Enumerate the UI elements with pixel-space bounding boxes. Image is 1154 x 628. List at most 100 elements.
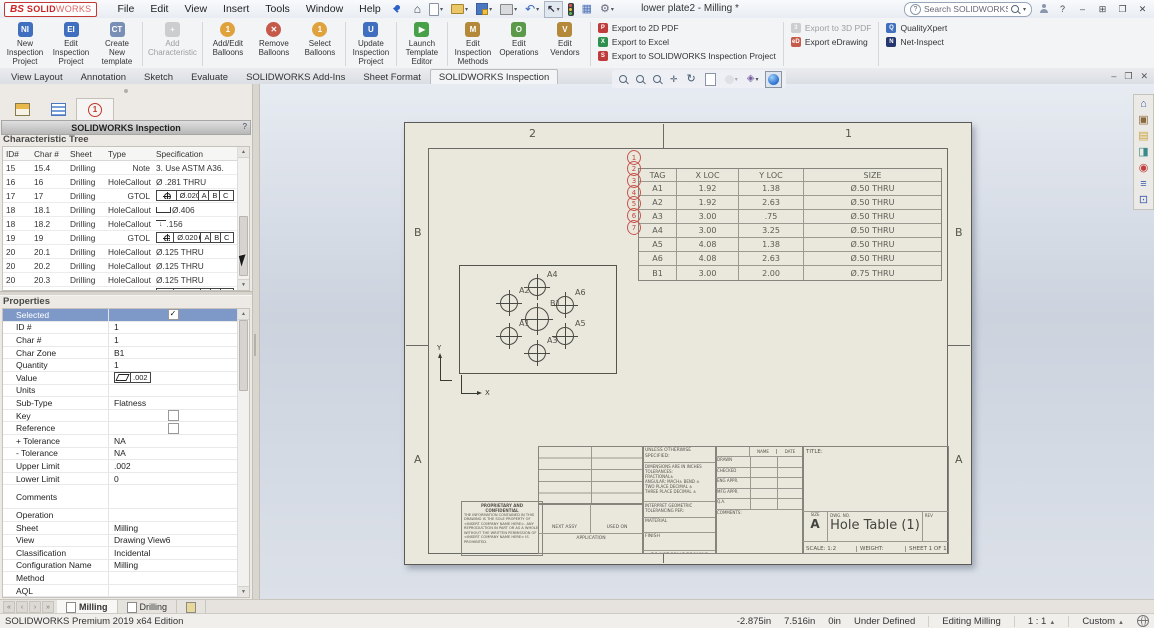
forum-icon[interactable]: ⊡ — [1139, 194, 1148, 206]
checkbox[interactable] — [168, 423, 179, 434]
sheet-nav-3[interactable]: » — [42, 601, 54, 613]
property-row[interactable]: Lower Limit0 — [3, 473, 237, 486]
property-value[interactable]: 1 — [109, 335, 237, 345]
new-file-button[interactable]: ▾ — [426, 1, 446, 18]
property-value[interactable]: ✓ — [109, 309, 237, 320]
tab-feature-manager[interactable] — [4, 98, 40, 120]
dropdown-caret-icon[interactable]: ▾ — [440, 6, 443, 13]
property-value[interactable]: Milling — [109, 560, 237, 570]
characteristic-row[interactable]: 2020.2DrillingHoleCalloutØ.125 THRU — [3, 259, 237, 273]
menu-edit[interactable]: Edit — [142, 3, 176, 15]
property-value[interactable] — [109, 410, 237, 421]
property-row[interactable]: Selected✓ — [3, 309, 237, 322]
property-value[interactable]: 1 — [109, 322, 237, 332]
open-file-button[interactable]: ▾ — [448, 1, 471, 18]
property-value[interactable]: .002 — [109, 461, 237, 471]
characteristic-row[interactable]: 1515.4DrillingNote3. Use ASTM A36. — [3, 161, 237, 175]
tab-annotation[interactable]: Annotation — [72, 69, 135, 84]
property-row[interactable]: ID #1 — [3, 322, 237, 335]
property-row[interactable]: Operation — [3, 509, 237, 522]
tab-sheet-format[interactable]: Sheet Format — [354, 69, 430, 84]
print-button[interactable]: ▾ — [497, 1, 520, 18]
pan-button[interactable]: ✛ — [667, 71, 681, 88]
property-row[interactable]: Quantity1 — [3, 359, 237, 372]
menu-tools[interactable]: Tools — [257, 3, 298, 15]
hole-a2[interactable] — [500, 294, 518, 312]
tab-solidworks-inspection[interactable]: SOLIDWORKS Inspection — [430, 69, 558, 84]
design-library-icon[interactable]: ▣ — [1138, 114, 1148, 126]
panel-resize-splitter[interactable] — [252, 84, 260, 600]
tags-icon[interactable] — [1137, 615, 1149, 627]
sheet-tab-milling[interactable]: Milling — [57, 600, 118, 614]
menu-window[interactable]: Window — [298, 3, 351, 15]
property-value[interactable]: Drawing View6 — [109, 535, 237, 545]
inspection-balloon[interactable]: 7 — [627, 220, 641, 235]
graphics-area[interactable]: 2 1 B A B A TAGX LOCY LOCSIZEA11.921.38Ø… — [260, 84, 1154, 600]
select-balloons-button[interactable]: 1Select Balloons — [297, 19, 343, 69]
save-button[interactable]: ▾ — [473, 1, 495, 18]
property-row[interactable]: + ToleranceNA — [3, 435, 237, 448]
property-value[interactable] — [109, 423, 237, 434]
sheet-nav-1[interactable]: ‹ — [16, 601, 28, 613]
property-row[interactable]: ViewDrawing View6 — [3, 535, 237, 548]
property-value[interactable]: .002 — [109, 372, 237, 383]
property-value[interactable]: Milling — [109, 523, 237, 533]
scroll-up-icon[interactable]: ▲ — [238, 147, 249, 158]
sheet-tab-drilling[interactable]: Drilling — [118, 600, 178, 614]
net-inspect-button[interactable]: NNet-Inspect — [886, 37, 947, 47]
help-button[interactable]: ? — [1056, 4, 1069, 14]
dropdown-caret-icon[interactable]: ▾ — [514, 6, 517, 13]
panel-collapse-handle[interactable] — [124, 89, 128, 93]
characteristic-row[interactable]: 1616DrillingHoleCalloutØ .281 THRU — [3, 175, 237, 189]
edit-vendors-button[interactable]: VEdit Vendors — [542, 19, 588, 69]
tab-evaluate[interactable]: Evaluate — [182, 69, 237, 84]
property-row[interactable]: Method — [3, 572, 237, 585]
characteristic-row[interactable]: 1818.1DrillingHoleCalloutØ.406 — [3, 203, 237, 217]
export-excel-button[interactable]: XExport to Excel — [598, 37, 776, 47]
properties-scrollbar[interactable]: ▲ ▼ — [237, 309, 249, 597]
tab-inspection[interactable]: 1 — [76, 98, 114, 121]
minimize-button[interactable]: – — [1076, 4, 1089, 14]
property-row[interactable]: Char ZoneB1 — [3, 347, 237, 360]
property-row[interactable]: Value.002 — [3, 372, 237, 385]
props-scroll-thumb[interactable] — [239, 320, 248, 391]
characteristic-row[interactable]: 2020.1DrillingHoleCalloutØ.125 THRU — [3, 245, 237, 259]
zoom-in-out-button[interactable] — [650, 71, 664, 88]
property-value[interactable]: NA — [109, 436, 237, 446]
characteristic-row[interactable]: 1717DrillingGTOLØ.020ABC — [3, 189, 237, 203]
property-row[interactable]: Configuration NameMilling — [3, 560, 237, 573]
tab-property-manager[interactable] — [40, 98, 76, 120]
add-edit-balloons-button[interactable]: 1Add/Edit Balloons — [205, 19, 251, 69]
pin-menu-icon[interactable] — [391, 4, 401, 14]
zoom-to-fit-button[interactable] — [616, 71, 630, 88]
doc-minimize-button[interactable]: – — [1111, 71, 1116, 82]
menu-file[interactable]: File — [109, 3, 142, 15]
hole-table-row[interactable]: A21.922.63Ø.50 THRU — [639, 196, 941, 210]
menu-help[interactable]: Help — [351, 3, 389, 15]
close-button[interactable]: ✕ — [1136, 4, 1149, 15]
dropdown-caret-icon[interactable]: ▾ — [536, 6, 539, 13]
tab-solidworks-add-ins[interactable]: SOLIDWORKS Add-Ins — [237, 69, 354, 84]
sheet-nav-0[interactable]: « — [3, 601, 15, 613]
scroll-down-icon[interactable]: ▼ — [238, 586, 249, 597]
property-row[interactable]: AQL — [3, 585, 237, 597]
menu-insert[interactable]: Insert — [215, 3, 257, 15]
remove-balloons-button[interactable]: ✕Remove Balloons — [251, 19, 297, 69]
property-row[interactable]: - ToleranceNA — [3, 448, 237, 461]
panel-help-button[interactable]: ? — [243, 122, 247, 131]
sheet-scale-dropdown[interactable]: 1 : 1▲ — [1014, 616, 1055, 627]
property-row[interactable]: Comments — [3, 485, 237, 509]
hide-show-items-button[interactable]: ◈▾ — [744, 71, 762, 88]
property-value[interactable]: B1 — [109, 348, 237, 358]
sheet-options-tab[interactable] — [177, 600, 206, 614]
dropdown-caret-icon[interactable]: ▾ — [465, 6, 468, 13]
property-row[interactable]: ClassificationIncidental — [3, 547, 237, 560]
hole-table-row[interactable]: B13.002.00Ø.75 THRU — [639, 266, 941, 280]
user-account-icon[interactable] — [1039, 4, 1049, 14]
doc-close-button[interactable]: ✕ — [1140, 71, 1148, 82]
restore-button[interactable]: ❐ — [1116, 4, 1129, 15]
export-2d-pdf-button[interactable]: PExport to 2D PDF — [598, 23, 776, 33]
appearances-icon[interactable]: ◉ — [1139, 162, 1149, 174]
property-row[interactable]: SheetMilling — [3, 522, 237, 535]
edit-inspection-project-button[interactable]: EIEdit Inspection Project — [48, 19, 94, 69]
